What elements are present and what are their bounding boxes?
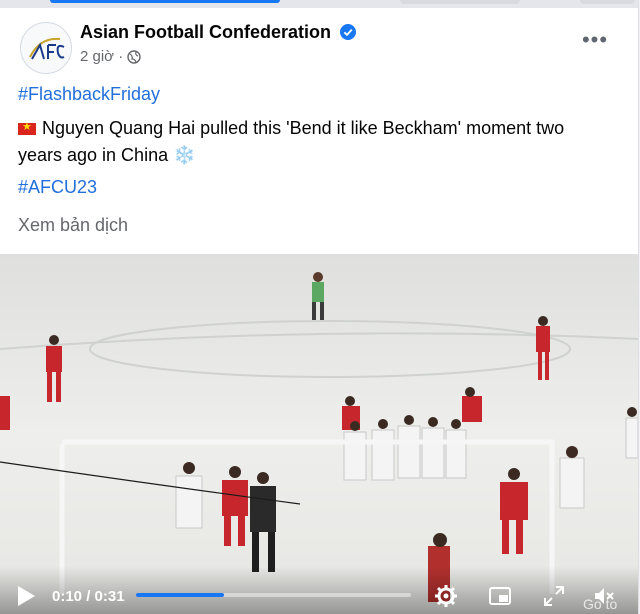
page-avatar[interactable] bbox=[20, 22, 72, 74]
post-text: years ago in China bbox=[18, 145, 169, 165]
video-time: 0:10 / 0:31 bbox=[52, 588, 125, 605]
pip-icon[interactable] bbox=[488, 584, 512, 608]
see-translation-link[interactable]: Xem bản dịch bbox=[18, 215, 128, 236]
video-watermark: Go to bbox=[583, 596, 618, 612]
page-name-link[interactable]: Asian Football Confederation bbox=[80, 22, 331, 43]
hashtag-afcu23-link[interactable]: #AFCU23 bbox=[18, 177, 97, 198]
settings-icon[interactable] bbox=[434, 584, 458, 608]
snowflake-icon: ❄️ bbox=[173, 145, 196, 165]
post-text-line-2: years ago in China ❄️ bbox=[18, 145, 196, 166]
video-progress-fill bbox=[136, 593, 224, 597]
nav-pill bbox=[580, 0, 635, 4]
post-text: Nguyen Quang Hai pulled this 'Bend it li… bbox=[42, 118, 565, 138]
post-time-link[interactable]: 2 giờ · bbox=[80, 48, 123, 65]
video-progress-bar[interactable] bbox=[136, 593, 411, 597]
active-nav-indicator bbox=[50, 0, 280, 3]
verified-icon bbox=[340, 24, 356, 40]
globe-icon[interactable] bbox=[127, 49, 141, 64]
post-meta: 2 giờ · bbox=[80, 48, 141, 65]
fullscreen-icon[interactable] bbox=[542, 584, 566, 608]
post-card: Asian Football Confederation 2 giờ · •••… bbox=[0, 0, 639, 614]
current-time: 0:10 bbox=[52, 588, 83, 605]
hashtag-flashbackfriday-link[interactable]: #FlashbackFriday bbox=[18, 84, 160, 105]
more-options-button[interactable]: ••• bbox=[578, 29, 612, 56]
top-nav-strip bbox=[0, 0, 638, 8]
vietnam-flag-icon bbox=[18, 120, 36, 135]
post-text-line-1: Nguyen Quang Hai pulled this 'Bend it li… bbox=[18, 118, 564, 139]
video-player[interactable]: 0:10 / 0:31 Go to bbox=[0, 254, 638, 614]
time-separator: / bbox=[82, 588, 95, 605]
nav-pill bbox=[400, 0, 520, 4]
play-icon[interactable] bbox=[16, 585, 36, 607]
video-controls-bar: 0:10 / 0:31 bbox=[0, 566, 638, 614]
afc-logo-icon bbox=[29, 37, 65, 60]
duration: 0:31 bbox=[94, 588, 125, 605]
video-frame bbox=[0, 254, 638, 614]
